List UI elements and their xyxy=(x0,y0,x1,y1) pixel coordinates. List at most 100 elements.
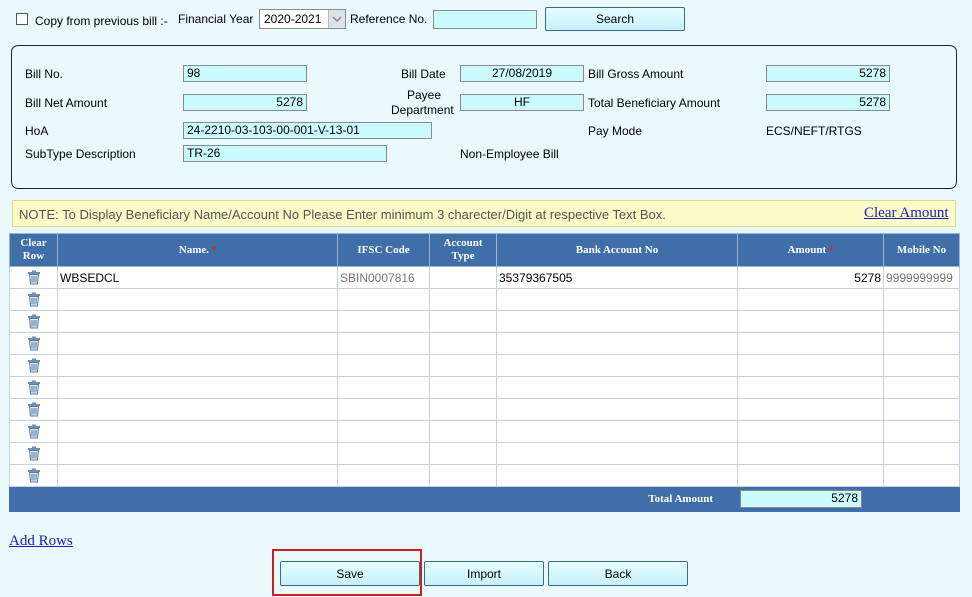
ifsc-cell[interactable] xyxy=(337,398,430,421)
name-cell[interactable]: WBSEDCL xyxy=(57,266,338,289)
account-type-cell[interactable] xyxy=(429,420,497,443)
bank-account-cell[interactable] xyxy=(496,376,738,399)
ifsc-cell[interactable] xyxy=(337,288,430,311)
name-cell[interactable] xyxy=(57,310,338,333)
trash-icon[interactable] xyxy=(12,314,55,329)
ifsc-cell[interactable] xyxy=(337,464,430,487)
trash-icon[interactable] xyxy=(12,468,55,483)
import-button[interactable]: Import xyxy=(424,561,544,586)
clear-row-cell[interactable] xyxy=(9,398,58,421)
bank-account-cell[interactable] xyxy=(496,332,738,355)
subtype-field[interactable]: TR-26 xyxy=(183,145,387,162)
gross-amount-field[interactable]: 5278 xyxy=(766,65,890,82)
bank-account-cell[interactable] xyxy=(496,442,738,465)
amount-cell[interactable] xyxy=(737,332,884,355)
total-amount-label: Total Amount xyxy=(9,486,738,512)
name-cell[interactable] xyxy=(57,354,338,377)
clear-row-cell[interactable] xyxy=(9,266,58,289)
account-type-cell[interactable] xyxy=(429,354,497,377)
clear-row-cell[interactable] xyxy=(9,310,58,333)
trash-icon[interactable] xyxy=(12,292,55,307)
ifsc-cell[interactable] xyxy=(337,420,430,443)
clear-row-cell[interactable] xyxy=(9,332,58,355)
search-button[interactable]: Search xyxy=(545,7,685,31)
add-rows-link[interactable]: Add Rows xyxy=(9,533,73,550)
amount-cell[interactable] xyxy=(737,442,884,465)
bank-account-cell[interactable]: 35379367505 xyxy=(496,266,738,289)
amount-cell[interactable]: 5278 xyxy=(737,266,884,289)
clear-row-cell[interactable] xyxy=(9,464,58,487)
ifsc-cell[interactable] xyxy=(337,354,430,377)
clear-row-cell[interactable] xyxy=(9,442,58,465)
note-text: NOTE: To Display Beneficiary Name/Accoun… xyxy=(19,207,666,222)
ifsc-cell[interactable] xyxy=(337,376,430,399)
amount-cell[interactable] xyxy=(737,310,884,333)
name-cell[interactable] xyxy=(57,420,338,443)
trash-icon[interactable] xyxy=(12,446,55,461)
back-button[interactable]: Back xyxy=(548,561,688,586)
ifsc-cell[interactable] xyxy=(337,310,430,333)
amount-cell[interactable] xyxy=(737,376,884,399)
account-type-cell[interactable] xyxy=(429,464,497,487)
financial-year-select[interactable]: 2020-2021 xyxy=(259,9,346,29)
clear-row-cell[interactable] xyxy=(9,354,58,377)
mobile-cell[interactable] xyxy=(883,354,960,377)
net-amount-field[interactable]: 5278 xyxy=(183,94,307,111)
mobile-cell[interactable] xyxy=(883,332,960,355)
reference-input[interactable] xyxy=(433,10,537,29)
trash-icon[interactable] xyxy=(12,336,55,351)
name-cell[interactable] xyxy=(57,332,338,355)
name-cell[interactable] xyxy=(57,288,338,311)
ifsc-cell[interactable]: SBIN0007816 xyxy=(337,266,430,289)
account-type-cell[interactable] xyxy=(429,310,497,333)
amount-cell[interactable] xyxy=(737,354,884,377)
save-button[interactable]: Save xyxy=(280,561,420,586)
account-type-cell[interactable] xyxy=(429,442,497,465)
bill-date-field[interactable]: 27/08/2019 xyxy=(460,65,584,82)
trash-icon[interactable] xyxy=(12,358,55,373)
ifsc-cell[interactable] xyxy=(337,332,430,355)
trash-icon[interactable] xyxy=(12,402,55,417)
bank-account-cell[interactable] xyxy=(496,398,738,421)
account-type-cell[interactable] xyxy=(429,288,497,311)
clear-row-cell[interactable] xyxy=(9,420,58,443)
bank-account-cell[interactable] xyxy=(496,310,738,333)
mobile-cell[interactable]: 9999999999 xyxy=(883,266,960,289)
bank-account-cell[interactable] xyxy=(496,288,738,311)
clear-row-cell[interactable] xyxy=(9,288,58,311)
account-type-cell[interactable] xyxy=(429,266,497,289)
bill-no-field[interactable]: 98 xyxy=(183,65,307,82)
trash-icon[interactable] xyxy=(12,270,55,285)
mobile-cell[interactable] xyxy=(883,442,960,465)
bank-account-cell[interactable] xyxy=(496,464,738,487)
clear-row-cell[interactable] xyxy=(9,376,58,399)
mobile-cell[interactable] xyxy=(883,310,960,333)
amount-cell[interactable] xyxy=(737,288,884,311)
total-amount-field[interactable]: 5278 xyxy=(740,490,862,508)
account-type-cell[interactable] xyxy=(429,332,497,355)
ifsc-cell[interactable] xyxy=(337,442,430,465)
name-cell[interactable] xyxy=(57,398,338,421)
amount-cell[interactable] xyxy=(737,420,884,443)
account-type-cell[interactable] xyxy=(429,376,497,399)
mobile-cell[interactable] xyxy=(883,376,960,399)
mobile-cell[interactable] xyxy=(883,398,960,421)
name-cell[interactable] xyxy=(57,464,338,487)
account-type-cell[interactable] xyxy=(429,398,497,421)
amount-cell[interactable] xyxy=(737,464,884,487)
amount-cell[interactable] xyxy=(737,398,884,421)
total-beneficiary-field[interactable]: 5278 xyxy=(766,94,890,111)
trash-icon[interactable] xyxy=(12,424,55,439)
name-cell[interactable] xyxy=(57,442,338,465)
trash-icon[interactable] xyxy=(12,380,55,395)
mobile-cell[interactable] xyxy=(883,420,960,443)
payee-department-field[interactable]: HF xyxy=(460,94,584,111)
bank-account-cell[interactable] xyxy=(496,354,738,377)
bank-account-cell[interactable] xyxy=(496,420,738,443)
mobile-cell[interactable] xyxy=(883,288,960,311)
mobile-cell[interactable] xyxy=(883,464,960,487)
hoa-field[interactable]: 24-2210-03-103-00-001-V-13-01 xyxy=(183,122,432,139)
copy-checkbox[interactable] xyxy=(16,13,28,25)
clear-amount-link[interactable]: Clear Amount xyxy=(864,205,949,222)
name-cell[interactable] xyxy=(57,376,338,399)
